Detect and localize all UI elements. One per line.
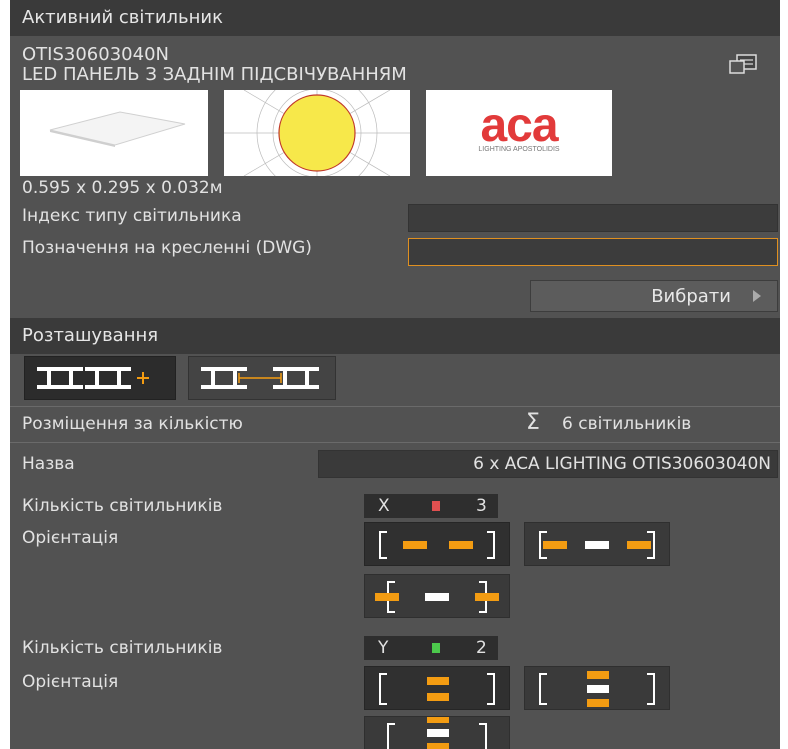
photometric-diagram	[224, 72, 410, 194]
arrow-right-icon	[753, 290, 761, 302]
dwg-label: Позначення на кресленні (DWG)	[22, 238, 312, 258]
orientation-x-option-3[interactable]	[364, 574, 510, 618]
product-code: OTIS30603040N	[22, 44, 169, 65]
count-y-value[interactable]: 2	[476, 638, 487, 658]
axis-x-label: X	[378, 496, 390, 516]
select-button[interactable]: Вибрати	[530, 280, 778, 312]
orientation-y-option-2[interactable]	[524, 666, 670, 710]
x-indicator-icon	[432, 501, 440, 511]
count-x-stepper[interactable]: X 3	[364, 494, 498, 518]
axis-y-label: Y	[378, 638, 389, 658]
count-y-label: Кількість світильників	[22, 638, 223, 658]
manufacturer-logo: aca LIGHTING APOSTOLIDIS	[426, 90, 612, 176]
type-index-input[interactable]	[408, 204, 778, 232]
dwg-input[interactable]	[408, 238, 778, 266]
product-name: LED ПАНЕЛЬ З ЗАДНІМ ПІДСВІЧУВАННЯМ	[22, 64, 407, 85]
sum-icon: Σ	[526, 410, 540, 435]
mode-by-count-button[interactable]	[24, 356, 176, 400]
total-count: 6 світильників	[562, 414, 692, 434]
name-label: Назва	[22, 454, 75, 474]
luminaire-panel: Активний світильник OTIS30603040N LED ПА…	[10, 0, 780, 749]
product-dimensions: 0.595 x 0.295 x 0.032м	[22, 178, 223, 198]
product-image	[20, 90, 208, 176]
orientation-y-option-3[interactable]	[364, 716, 510, 749]
orientation-x-option-1[interactable]	[364, 522, 510, 566]
count-x-value[interactable]: 3	[476, 496, 487, 516]
count-x-label: Кількість світильників	[22, 496, 223, 516]
y-indicator-icon	[432, 643, 440, 653]
count-y-stepper[interactable]: Y 2	[364, 636, 498, 660]
orientation-y-label: Орієнтація	[22, 672, 119, 692]
orientation-y-option-1[interactable]	[364, 666, 510, 710]
orientation-x-label: Орієнтація	[22, 528, 119, 548]
active-luminaire-header: Активний світильник	[10, 0, 780, 36]
divider	[10, 442, 780, 443]
divider	[10, 406, 780, 407]
orientation-x-option-2[interactable]	[524, 522, 670, 566]
placement-header: Розташування	[10, 318, 780, 354]
name-input[interactable]: 6 x ACA LIGHTING OTIS30603040N	[318, 450, 778, 478]
placement-mode-label: Розміщення за кількістю	[22, 414, 243, 434]
details-window-icon[interactable]	[728, 54, 758, 76]
mode-by-distance-button[interactable]	[188, 356, 336, 400]
type-index-label: Індекс типу світильника	[22, 206, 242, 226]
